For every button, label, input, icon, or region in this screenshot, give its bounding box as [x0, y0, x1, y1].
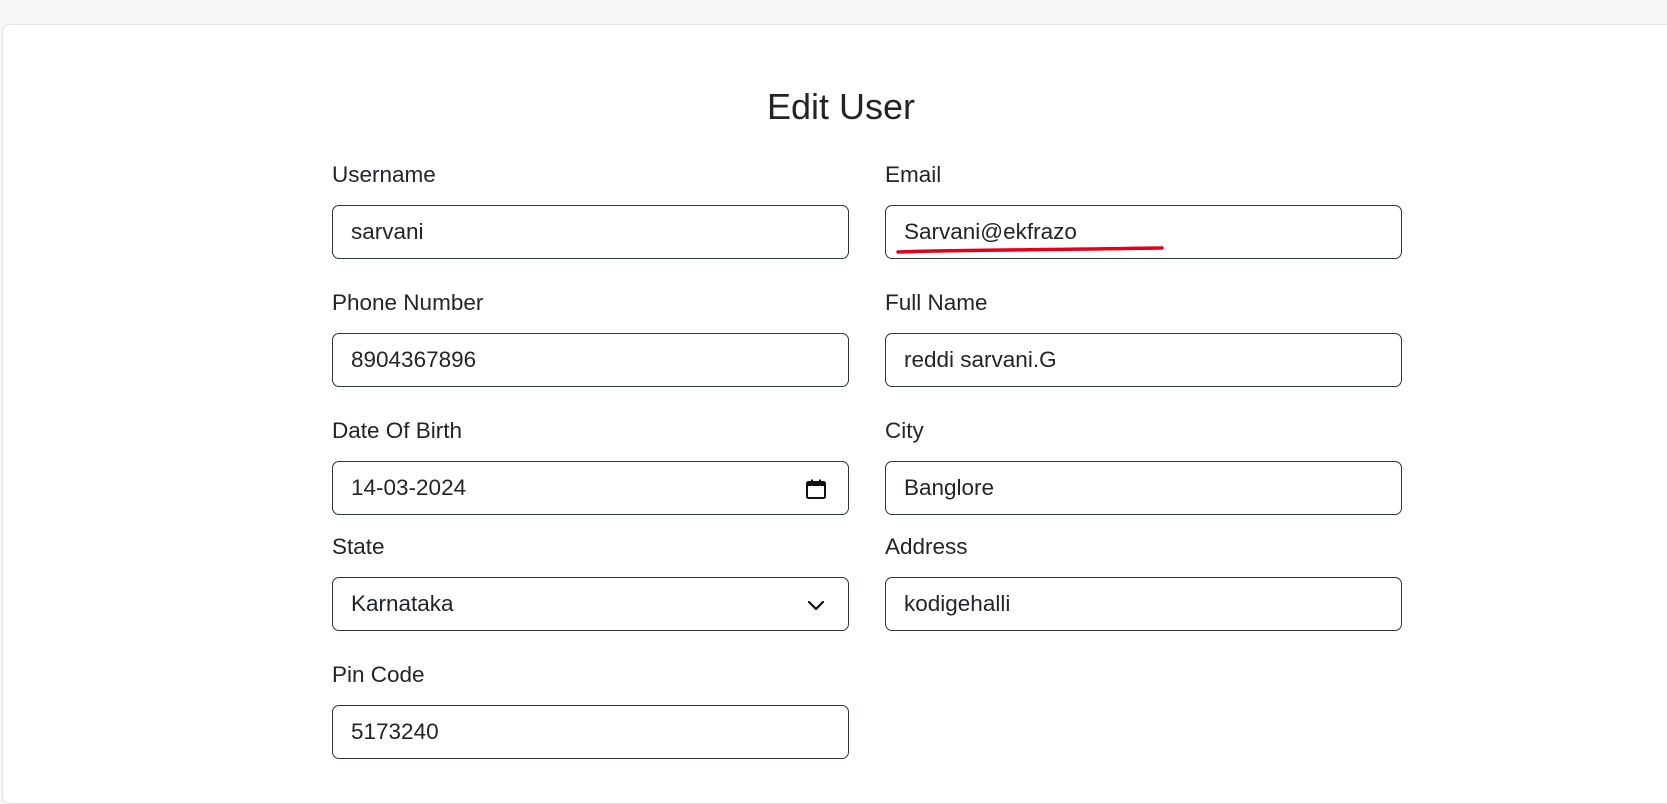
address-label: Address	[885, 534, 968, 559]
city-value: Banglore	[904, 475, 995, 500]
username-value: sarvani	[351, 219, 424, 244]
page-title: Edit User	[766, 86, 916, 127]
email-value: Sarvani@ekfrazo	[904, 219, 1077, 244]
email-field[interactable]: Sarvani@ekfrazo	[885, 205, 1402, 259]
calendar-icon[interactable]	[804, 477, 828, 501]
pin-code-label: Pin Code	[332, 662, 425, 687]
full-name-field[interactable]: reddi sarvani.G	[885, 333, 1402, 387]
address-field[interactable]: kodigehalli	[885, 577, 1402, 631]
state-select[interactable]: Karnataka	[332, 577, 849, 631]
phone-label: Phone Number	[332, 290, 484, 315]
dob-label: Date Of Birth	[332, 418, 463, 443]
dob-value: 14-03-2024	[351, 475, 467, 500]
chevron-down-icon	[807, 600, 825, 611]
pin-code-field[interactable]: 5173240	[332, 705, 849, 759]
email-label: Email	[885, 162, 942, 187]
username-label: Username	[332, 162, 436, 187]
city-label: City	[885, 418, 924, 443]
edit-user-card: Edit User Username sarvani Email Sarvani…	[2, 24, 1667, 804]
red-underline-mark	[896, 246, 1164, 254]
state-value: Karnataka	[351, 591, 454, 616]
pin-code-value: 5173240	[351, 719, 439, 744]
username-field[interactable]: sarvani	[332, 205, 849, 259]
address-value: kodigehalli	[904, 591, 1011, 616]
phone-value: 8904367896	[351, 347, 477, 372]
full-name-value: reddi sarvani.G	[904, 347, 1057, 372]
city-field[interactable]: Banglore	[885, 461, 1402, 515]
state-label: State	[332, 534, 385, 559]
full-name-label: Full Name	[885, 290, 988, 315]
dob-field[interactable]: 14-03-2024	[332, 461, 849, 515]
phone-field[interactable]: 8904367896	[332, 333, 849, 387]
